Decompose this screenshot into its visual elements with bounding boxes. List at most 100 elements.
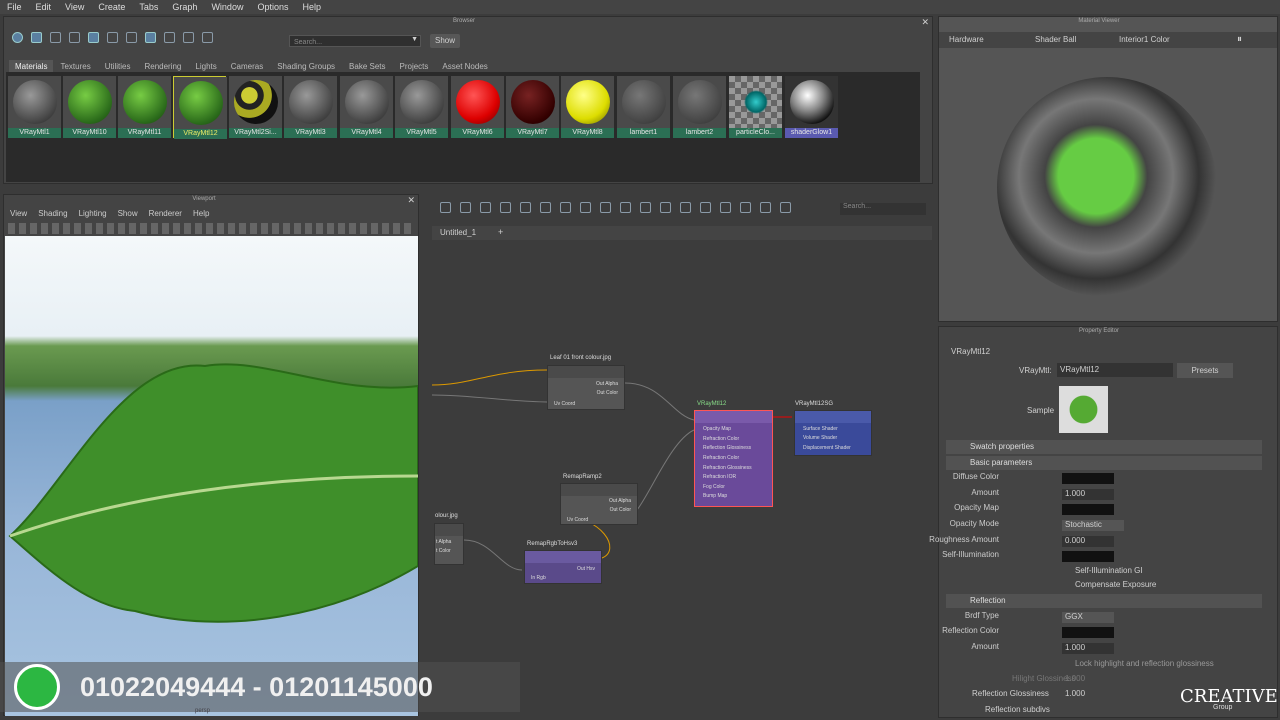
- menu-view[interactable]: View: [58, 2, 91, 12]
- port-out-hsv[interactable]: Out Hsv: [577, 566, 595, 572]
- viewport-menu-shading[interactable]: Shading: [38, 209, 67, 218]
- color-swatch[interactable]: [1062, 627, 1114, 638]
- compensate-exposure-checkbox[interactable]: Compensate Exposure: [1075, 580, 1156, 589]
- material-swatch[interactable]: VRayMtl4: [340, 76, 393, 138]
- tab-projects[interactable]: Projects: [393, 62, 436, 71]
- io-connections-icon[interactable]: [460, 202, 471, 213]
- vraymtl12-node[interactable]: VRayMtl12 Opacity Map Refraction Color R…: [694, 401, 773, 507]
- material-swatch[interactable]: VRayMtl5: [395, 76, 448, 138]
- amount-field[interactable]: 1.000: [1062, 643, 1114, 654]
- snap-icon[interactable]: [700, 202, 711, 213]
- material-swatch[interactable]: VRayMtl11: [118, 76, 171, 138]
- material-swatch[interactable]: particleClo...: [729, 76, 782, 138]
- frame-icon[interactable]: [680, 202, 691, 213]
- port-in-rgb[interactable]: In Rgb: [531, 575, 546, 581]
- port-displacement-shader[interactable]: Displacement Shader: [803, 445, 851, 451]
- material-swatch[interactable]: lambert1: [617, 76, 670, 138]
- tab-utilities[interactable]: Utilities: [98, 62, 138, 71]
- reflection-section[interactable]: Reflection: [946, 594, 1262, 608]
- menu-graph[interactable]: Graph: [165, 2, 204, 12]
- port-out-color[interactable]: Out Color: [597, 390, 618, 396]
- port-out-color[interactable]: t Color: [436, 548, 451, 554]
- browser-search-input[interactable]: Search...: [290, 39, 322, 46]
- color-swatch[interactable]: [1062, 473, 1114, 484]
- amount-field[interactable]: 1.000: [1062, 489, 1114, 500]
- grid-icon[interactable]: [69, 32, 80, 43]
- port-uv-coord[interactable]: Uv Coord: [554, 401, 575, 407]
- self-illumination-gi-checkbox[interactable]: Self-Illumination GI: [1075, 566, 1143, 575]
- presets-button[interactable]: Presets: [1177, 363, 1233, 378]
- clear-graph-icon[interactable]: [500, 202, 511, 213]
- file-node-leaf[interactable]: Leaf 01 front colour.jpg Out Alpha Out C…: [547, 355, 625, 410]
- options-icon[interactable]: [780, 202, 791, 213]
- tab-untitled-1[interactable]: Untitled_1: [440, 228, 476, 237]
- browser-close-icon[interactable]: ✕: [921, 17, 929, 28]
- add-node-icon[interactable]: [540, 202, 551, 213]
- browser-search-box[interactable]: Search... ▼: [289, 35, 421, 47]
- viewport-menu-lighting[interactable]: Lighting: [79, 209, 107, 218]
- material-swatch[interactable]: VRayMtl7: [506, 76, 559, 138]
- port-out-color[interactable]: Out Color: [610, 507, 631, 513]
- material-swatch[interactable]: VRayMtl3: [284, 76, 337, 138]
- material-swatch[interactable]: VRayMtl10: [63, 76, 116, 138]
- shape-dropdown[interactable]: Shader Ball: [1035, 35, 1076, 44]
- list-connected-icon[interactable]: [600, 202, 611, 213]
- tab-textures[interactable]: Textures: [53, 62, 97, 71]
- hilight-glossiness-field[interactable]: 1.000: [1065, 674, 1085, 683]
- color-swatch[interactable]: [1062, 504, 1114, 515]
- viewport-canvas[interactable]: persp: [5, 236, 418, 716]
- remove-node-icon[interactable]: [560, 202, 571, 213]
- roughness-field[interactable]: 0.000: [1062, 536, 1114, 547]
- chevron-down-icon[interactable]: ▼: [411, 36, 418, 43]
- viewport-menu-show[interactable]: Show: [118, 209, 138, 218]
- tab-bake-sets[interactable]: Bake Sets: [342, 62, 392, 71]
- remap-rgb-to-hsv-node[interactable]: RemapRgbToHsv3 Out Hsv In Rgb: [524, 541, 602, 584]
- port-surface-shader[interactable]: Surface Shader: [803, 426, 838, 432]
- port-volume-shader[interactable]: Volume Shader: [803, 435, 837, 441]
- arrows-icon[interactable]: [50, 32, 61, 43]
- material-swatch[interactable]: lambert2: [673, 76, 726, 138]
- basic-parameters-section[interactable]: Basic parameters: [946, 456, 1262, 470]
- viewport-menu-help[interactable]: Help: [193, 209, 209, 218]
- port-opacity-map[interactable]: Opacity Map: [703, 426, 731, 432]
- show-button[interactable]: Show: [430, 34, 460, 48]
- input-connections-icon[interactable]: [440, 202, 451, 213]
- port-refraction-glossiness[interactable]: Refraction Glossiness: [703, 465, 752, 471]
- shading-group-node[interactable]: VRayMtl12SG Surface Shader Volume Shader…: [794, 401, 872, 456]
- tab-shading-groups[interactable]: Shading Groups: [270, 62, 342, 71]
- viewport-close-icon[interactable]: ✕: [407, 195, 415, 206]
- port-uv-coord[interactable]: Uv Coord: [567, 517, 588, 523]
- layout-icon[interactable]: [202, 32, 213, 43]
- swatch-icon[interactable]: [740, 202, 751, 213]
- material-swatch-selected[interactable]: VRayMtl12: [173, 76, 227, 139]
- lock-glossiness-checkbox[interactable]: Lock highlight and reflection glossiness: [1075, 659, 1214, 668]
- output-connections-icon[interactable]: [480, 202, 491, 213]
- tab-cameras[interactable]: Cameras: [224, 62, 270, 71]
- node-name-tab[interactable]: VRayMtl12: [951, 347, 990, 356]
- menu-file[interactable]: File: [0, 2, 29, 12]
- port-out-alpha[interactable]: t Alpha: [436, 539, 451, 545]
- material-swatch[interactable]: VRayMtl1: [8, 76, 61, 138]
- browser-home-icon[interactable]: [12, 32, 23, 43]
- brdf-type-dropdown[interactable]: GGX: [1062, 612, 1114, 623]
- menu-window[interactable]: Window: [204, 2, 250, 12]
- sort-icon[interactable]: [145, 32, 156, 43]
- material-swatch[interactable]: VRayMtl6: [451, 76, 504, 138]
- zoom-icon[interactable]: [164, 32, 175, 43]
- color-swatch[interactable]: [1062, 551, 1114, 562]
- select-icon[interactable]: [31, 32, 42, 43]
- node-name-field[interactable]: VRayMtl12: [1057, 363, 1173, 377]
- material-swatch[interactable]: shaderGlow1: [785, 76, 838, 138]
- reflection-glossiness-field[interactable]: 1.000: [1065, 689, 1085, 698]
- lock-icon[interactable]: [760, 202, 771, 213]
- port-fog-color[interactable]: Fog Color: [703, 484, 725, 490]
- add-tab-button[interactable]: +: [498, 227, 503, 237]
- menu-tabs[interactable]: Tabs: [132, 2, 165, 12]
- frame-all-icon[interactable]: [126, 32, 137, 43]
- menu-help[interactable]: Help: [295, 2, 328, 12]
- list-all-icon[interactable]: [620, 202, 631, 213]
- material-swatch[interactable]: VRayMtl2Si...: [229, 76, 282, 138]
- material-swatch[interactable]: VRayMtl8: [561, 76, 614, 138]
- renderer-dropdown[interactable]: Hardware: [949, 35, 984, 44]
- list-simple-icon[interactable]: [580, 202, 591, 213]
